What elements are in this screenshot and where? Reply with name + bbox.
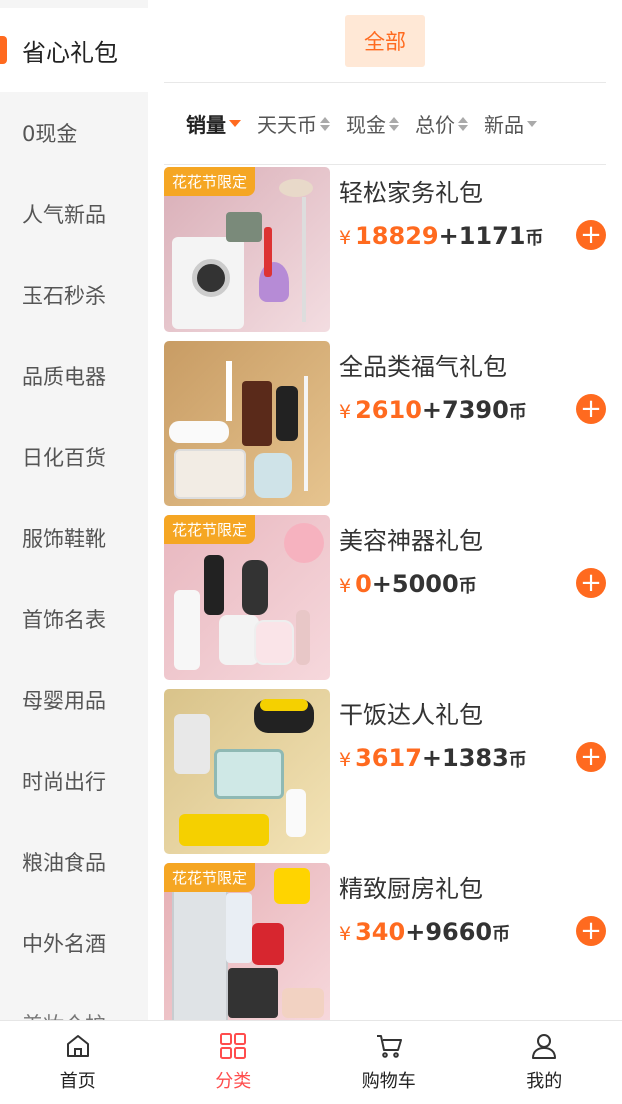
cash-price: 18829: [355, 222, 439, 250]
sort-cash-label: 现金: [346, 113, 386, 137]
sort-bar: 销量 天天币 现金 总价 新品: [164, 83, 606, 165]
product-name: 干饭达人礼包: [339, 701, 483, 729]
sort-coins[interactable]: 天天币: [257, 109, 330, 138]
sort-cash[interactable]: 现金: [346, 109, 399, 138]
sidebar-item-grain-oil[interactable]: 粮油食品: [0, 821, 148, 902]
product-list: 花花节限定 轻松家务礼包 ¥ 18829 +1171 币 + 全品类福气礼包 ¥…: [164, 165, 622, 1020]
sidebar-item-travel[interactable]: 时尚出行: [0, 740, 148, 821]
sort-total[interactable]: 总价: [415, 109, 468, 138]
sort-coins-label: 天天币: [257, 113, 317, 137]
sidebar-item-apparel-shoes[interactable]: 服饰鞋靴: [0, 497, 148, 578]
coin-unit: 币: [525, 228, 544, 249]
cash-price: 3617: [355, 744, 422, 772]
sort-total-label: 总价: [415, 113, 455, 137]
coin-price: +7390: [421, 396, 509, 424]
coin-price: +1171: [438, 222, 526, 250]
product-image: [164, 341, 330, 506]
sort-desc-icon: [229, 120, 241, 127]
category-icon: [220, 1033, 247, 1059]
coin-price: +9660: [405, 918, 493, 946]
sidebar-item-beauty[interactable]: 美妆个护: [0, 983, 148, 1021]
cash-price: 0: [355, 570, 372, 598]
nav-profile[interactable]: 我的: [467, 1021, 622, 1104]
nav-home[interactable]: 首页: [0, 1021, 156, 1104]
filter-chip-row: 全部: [164, 0, 606, 83]
cash-price: 2610: [355, 396, 422, 424]
sort-toggle-icon: [458, 116, 468, 131]
product-price: ¥ 18829 +1171 币: [339, 222, 544, 250]
product-image: 花花节限定: [164, 515, 330, 680]
product-card[interactable]: 全品类福气礼包 ¥ 2610 +7390 币 +: [164, 341, 622, 515]
profile-icon: [532, 1034, 557, 1059]
nav-home-label: 首页: [59, 1071, 96, 1092]
sort-toggle-icon: [389, 116, 399, 131]
nav-cart-label: 购物车: [361, 1071, 416, 1092]
currency-symbol: ¥: [339, 227, 352, 249]
sort-toggle-icon: [320, 116, 330, 131]
sort-sales-label: 销量: [186, 113, 226, 137]
sidebar-item-liquor[interactable]: 中外名酒: [0, 902, 148, 983]
sidebar-item-gift-pack[interactable]: 省心礼包: [0, 8, 148, 92]
product-price: ¥ 3617 +1383 币: [339, 744, 527, 772]
sidebar-item-jewelry-watches[interactable]: 首饰名表: [0, 578, 148, 659]
sidebar-item-daily-goods[interactable]: 日化百货: [0, 416, 148, 497]
product-price: ¥ 340 +9660 币: [339, 918, 510, 946]
product-image: [164, 689, 330, 854]
product-name: 轻松家务礼包: [339, 179, 483, 207]
sort-new-label: 新品: [484, 113, 524, 137]
coin-unit: 币: [492, 924, 511, 945]
coin-price: +1383: [421, 744, 509, 772]
sort-sales[interactable]: 销量: [186, 109, 241, 138]
dropdown-icon: [527, 120, 537, 127]
product-card[interactable]: 花花节限定 精致厨房礼包 ¥ 340 +9660 币 +: [164, 863, 622, 1020]
nav-category-label: 分类: [215, 1071, 252, 1092]
sidebar-item-popular-new[interactable]: 人气新品: [0, 173, 148, 254]
product-name: 全品类福气礼包: [339, 353, 507, 381]
product-name: 精致厨房礼包: [339, 875, 483, 903]
sidebar-item-jade-flash[interactable]: 玉石秒杀: [0, 254, 148, 335]
add-to-cart-button[interactable]: +: [576, 220, 606, 250]
coin-unit: 币: [508, 750, 527, 771]
bottom-nav: 首页 分类 购物车 我的: [0, 1020, 622, 1104]
product-name: 美容神器礼包: [339, 527, 483, 555]
product-price: ¥ 2610 +7390 币: [339, 396, 527, 424]
currency-symbol: ¥: [339, 923, 352, 945]
product-card[interactable]: 干饭达人礼包 ¥ 3617 +1383 币 +: [164, 689, 622, 863]
nav-profile-label: 我的: [526, 1071, 563, 1092]
add-to-cart-button[interactable]: +: [576, 568, 606, 598]
currency-symbol: ¥: [339, 749, 352, 771]
sidebar-item-baby[interactable]: 母婴用品: [0, 659, 148, 740]
home-icon: [66, 1035, 89, 1057]
add-to-cart-button[interactable]: +: [576, 742, 606, 772]
add-to-cart-button[interactable]: +: [576, 916, 606, 946]
product-image: 花花节限定: [164, 863, 330, 1020]
currency-symbol: ¥: [339, 401, 352, 423]
sort-new[interactable]: 新品: [484, 109, 537, 138]
product-image: 花花节限定: [164, 167, 330, 332]
coin-unit: 币: [508, 402, 527, 423]
sidebar-item-zero-cash[interactable]: 0现金: [0, 92, 148, 173]
cart-icon: [376, 1035, 402, 1058]
all-chip[interactable]: 全部: [345, 15, 425, 67]
currency-symbol: ¥: [339, 575, 352, 597]
coin-price: +5000: [371, 570, 459, 598]
nav-cart[interactable]: 购物车: [311, 1021, 467, 1104]
promo-badge: 花花节限定: [164, 863, 256, 892]
nav-category[interactable]: 分类: [156, 1021, 312, 1104]
add-to-cart-button[interactable]: +: [576, 394, 606, 424]
coin-unit: 币: [458, 576, 477, 597]
product-card[interactable]: 花花节限定 美容神器礼包 ¥ 0 +5000 币 +: [164, 515, 622, 689]
sidebar-item-appliances[interactable]: 品质电器: [0, 335, 148, 416]
category-sidebar: 省心礼包 0现金 人气新品 玉石秒杀 品质电器 日化百货 服饰鞋靴 首饰名表 母…: [0, 0, 148, 1020]
promo-badge: 花花节限定: [164, 515, 256, 544]
promo-badge: 花花节限定: [164, 167, 256, 196]
product-price: ¥ 0 +5000 币: [339, 570, 483, 598]
cash-price: 340: [355, 918, 406, 946]
product-card[interactable]: 花花节限定 轻松家务礼包 ¥ 18829 +1171 币 +: [164, 167, 622, 341]
product-panel: 全部 销量 天天币 现金 总价 新品 花花节限定 轻松家务礼包 ¥ 18829 …: [164, 0, 622, 1020]
